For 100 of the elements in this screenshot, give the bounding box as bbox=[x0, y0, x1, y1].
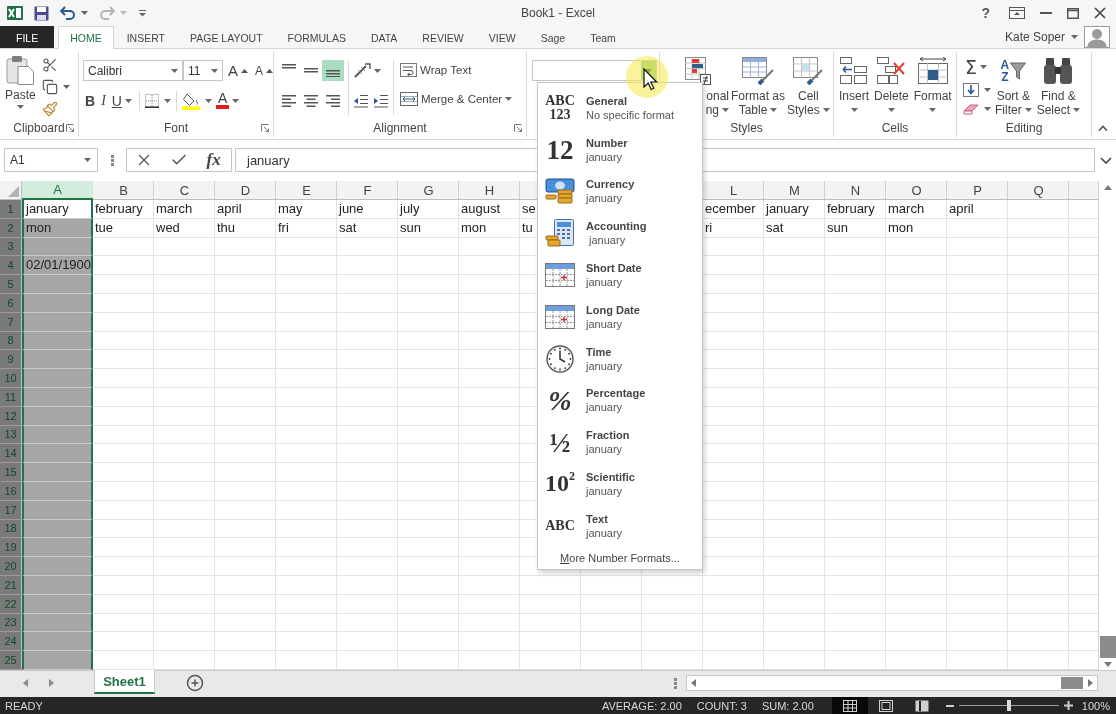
increase-indent-icon[interactable] bbox=[373, 93, 389, 108]
underline-button[interactable]: U bbox=[109, 90, 134, 111]
format-option[interactable]: Long Date january bbox=[538, 296, 702, 338]
scissors-icon[interactable] bbox=[41, 57, 58, 73]
view-button[interactable] bbox=[831, 697, 868, 714]
column-header[interactable]: Q bbox=[1008, 181, 1069, 200]
expand-formula-icon[interactable] bbox=[1099, 156, 1112, 164]
cell-value[interactable]: july bbox=[400, 201, 420, 216]
cell-value[interactable]: february bbox=[95, 201, 143, 216]
zoom-out-icon[interactable] bbox=[945, 704, 954, 707]
number-format-field[interactable] bbox=[532, 60, 657, 81]
autosum-button[interactable]: Σ bbox=[963, 57, 991, 77]
insert-button[interactable]: Insert bbox=[838, 54, 870, 117]
selected-cell[interactable] bbox=[22, 463, 93, 482]
format-button[interactable]: Format bbox=[912, 54, 953, 117]
format-as-table-button[interactable]: Format as Table bbox=[730, 54, 786, 117]
format-option[interactable]: Currency january bbox=[538, 170, 702, 213]
font-color-button[interactable]: A bbox=[213, 90, 242, 111]
cell-value[interactable]: sat bbox=[339, 219, 357, 235]
cell-value[interactable]: wed bbox=[156, 219, 180, 235]
ribbon-tab[interactable]: INSERT bbox=[114, 26, 177, 48]
column-header[interactable]: P bbox=[947, 181, 1008, 200]
grow-font-button[interactable]: A bbox=[226, 60, 250, 81]
format-option[interactable]: Short Date january bbox=[538, 254, 702, 296]
cell-value[interactable]: june bbox=[339, 201, 364, 216]
selected-cell[interactable] bbox=[22, 651, 93, 670]
cell-value[interactable]: may bbox=[278, 201, 303, 216]
account-name[interactable]: Kate Soper bbox=[1004, 30, 1065, 44]
column-header[interactable]: N bbox=[825, 181, 886, 200]
dialog-launcher-icon[interactable] bbox=[261, 124, 269, 132]
font-name-field[interactable]: Calibri bbox=[83, 60, 183, 81]
column-header[interactable]: O bbox=[886, 181, 947, 200]
caret-icon[interactable] bbox=[984, 107, 991, 111]
delete-button[interactable]: Delete bbox=[873, 54, 910, 117]
selected-cell[interactable] bbox=[22, 369, 93, 388]
cell-value[interactable]: ri bbox=[705, 219, 713, 235]
zoom-level[interactable]: 100% bbox=[1081, 699, 1110, 712]
text-orientation-icon[interactable] bbox=[353, 62, 371, 79]
font-size-field[interactable]: 11 bbox=[183, 60, 223, 81]
ribbon-tab[interactable]: HOME bbox=[58, 26, 114, 49]
column-header[interactable]: H bbox=[459, 181, 520, 200]
cell-value[interactable]: thu bbox=[217, 219, 236, 235]
cell-value[interactable]: february bbox=[827, 201, 875, 216]
format-option[interactable]: Time january bbox=[538, 337, 702, 380]
format-option[interactable]: ABC 123 General No specific format bbox=[538, 87, 702, 129]
align-bottom-button[interactable] bbox=[322, 60, 344, 81]
ribbon-tab[interactable]: FORMULAS bbox=[275, 26, 358, 48]
cell-value[interactable]: fri bbox=[278, 219, 289, 235]
help-button[interactable]: ? bbox=[977, 5, 994, 21]
caret-icon[interactable] bbox=[984, 88, 991, 92]
ribbon-tab[interactable]: Team bbox=[578, 26, 628, 48]
cell-value[interactable]: march bbox=[888, 201, 925, 216]
cell-value[interactable]: sat bbox=[766, 219, 784, 235]
cell-value[interactable]: sun bbox=[827, 219, 848, 235]
selected-cell[interactable] bbox=[22, 350, 93, 370]
selected-cell[interactable] bbox=[22, 444, 93, 464]
caret-icon[interactable] bbox=[163, 98, 171, 103]
cell-value[interactable]: august bbox=[461, 201, 501, 216]
column-header[interactable]: F bbox=[337, 181, 398, 200]
copy-icon[interactable] bbox=[41, 79, 58, 95]
scroll-up-icon[interactable] bbox=[1103, 185, 1112, 190]
name-box-field[interactable]: A1 bbox=[4, 148, 98, 172]
find-select-button[interactable]: Find & Select bbox=[1035, 54, 1082, 117]
zoom-in-icon[interactable] bbox=[1063, 701, 1073, 710]
scroll-right-icon[interactable] bbox=[1088, 679, 1093, 687]
close-icon[interactable] bbox=[1094, 7, 1106, 19]
cell-value[interactable]: january bbox=[766, 201, 809, 216]
undo-icon[interactable] bbox=[60, 6, 76, 20]
bold-button[interactable]: B bbox=[83, 90, 98, 111]
previous-sheet-icon[interactable] bbox=[23, 679, 28, 687]
cell-value[interactable]: mon bbox=[888, 219, 914, 235]
cell-value[interactable]: april bbox=[217, 201, 242, 216]
column-header[interactable]: B bbox=[93, 181, 154, 200]
caret-icon[interactable] bbox=[81, 11, 88, 15]
ribbon-tab[interactable]: DATA bbox=[358, 26, 410, 48]
borders-icon[interactable] bbox=[144, 93, 159, 108]
maximize-icon[interactable] bbox=[1067, 7, 1079, 19]
wrap-text-button[interactable]: Wrap Text bbox=[398, 60, 515, 80]
eraser-icon[interactable] bbox=[963, 103, 979, 115]
ribbon-tab[interactable]: PAGE LAYOUT bbox=[178, 26, 275, 48]
ribbon-tab[interactable]: Sage bbox=[528, 26, 578, 48]
cell-value[interactable]: march bbox=[156, 201, 193, 216]
decrease-indent-icon[interactable] bbox=[353, 93, 369, 108]
format-option[interactable]: ABC Text january bbox=[538, 504, 702, 547]
ribbon-tab[interactable]: FILE bbox=[0, 26, 55, 48]
cell-value[interactable]: mon bbox=[461, 219, 487, 235]
sort-filter-button[interactable]: A Z Sort & Filter bbox=[994, 54, 1033, 117]
format-option[interactable]: ½ Fraction january bbox=[538, 421, 702, 464]
sheet-tab[interactable]: Sheet1 bbox=[94, 670, 155, 694]
format-option[interactable]: % Percentage january bbox=[538, 379, 702, 422]
column-header[interactable]: A bbox=[22, 181, 93, 200]
column-header[interactable]: C bbox=[154, 181, 215, 200]
column-header[interactable]: G bbox=[398, 181, 459, 200]
scroll-left-icon[interactable] bbox=[691, 679, 696, 687]
italic-button[interactable]: I bbox=[99, 90, 108, 111]
column-header[interactable]: M bbox=[764, 181, 825, 200]
cell-value[interactable]: tu bbox=[522, 219, 533, 235]
column-header[interactable]: D bbox=[215, 181, 276, 200]
ribbon-tab[interactable]: VIEW bbox=[476, 26, 528, 48]
customize-icon[interactable] bbox=[138, 9, 147, 17]
